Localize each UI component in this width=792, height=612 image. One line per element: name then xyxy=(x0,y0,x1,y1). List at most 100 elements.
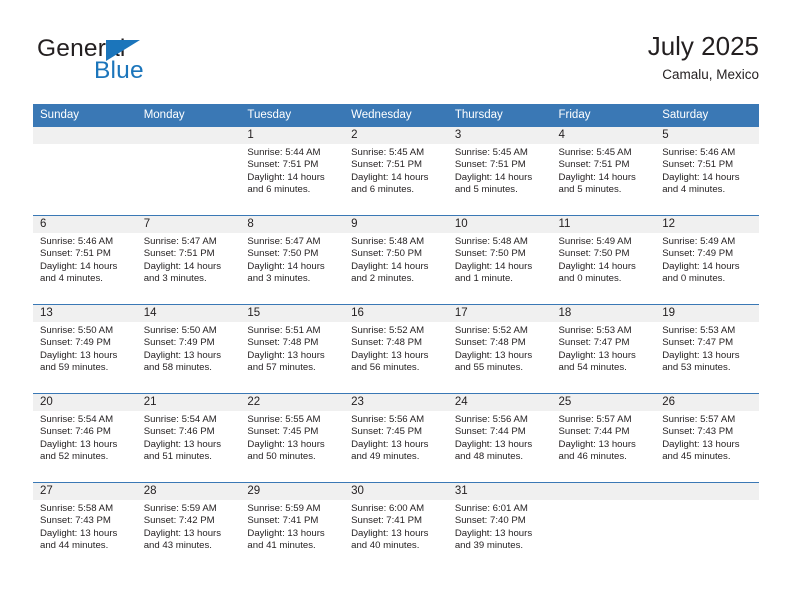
sunrise-time: Sunrise: 5:47 AM xyxy=(143,236,217,247)
daylight-duration-line1: Daylight: 13 hours xyxy=(351,349,429,361)
sunrise-time: Sunrise: 5:54 AM xyxy=(40,414,114,425)
calendar-day-cell[interactable]: 8 Sunrise: 5:47 AM Sunset: 7:50 PM Daylight… xyxy=(240,215,345,305)
day-cell-details: Sunrise: 5:45 AM Sunset: 7:51 PM Daylight:… xyxy=(448,144,552,197)
calendar-day-cell[interactable]: 31 Sunrise: 6:01 AM Sunset: 7:40 PM Dayligh… xyxy=(447,482,552,571)
general-blue-logo[interactable]: General Blue xyxy=(37,36,257,92)
sunset-time: Sunset: 7:40 PM xyxy=(454,515,526,527)
day-cell-inner: 6 Sunrise: 5:46 AM Sunset: 7:51 PM Daylight… xyxy=(33,216,137,304)
calendar-day-cell[interactable]: 24 Sunrise: 5:56 AM Sunset: 7:44 PM Dayligh… xyxy=(447,393,552,483)
day-cell-inner: 14 Sunrise: 5:50 AM Sunset: 7:49 PM Dayligh… xyxy=(136,305,241,393)
daylight-duration-line1: Daylight: 14 hours xyxy=(247,260,325,272)
calendar-day-cell[interactable]: 17 Sunrise: 5:52 AM Sunset: 7:48 PM Dayligh… xyxy=(447,304,552,394)
day-cell-inner: 8 Sunrise: 5:47 AM Sunset: 7:50 PM Daylight… xyxy=(240,216,345,304)
calendar-day-cell[interactable]: 23 Sunrise: 5:56 AM Sunset: 7:45 PM Dayligh… xyxy=(344,393,448,483)
calendar-day-cell[interactable]: 2 Sunrise: 5:45 AM Sunset: 7:51 PM Daylight… xyxy=(344,127,448,216)
daylight-duration-line1: Daylight: 14 hours xyxy=(351,260,429,272)
calendar-day-cell[interactable]: 14 Sunrise: 5:50 AM Sunset: 7:49 PM Dayligh… xyxy=(136,304,241,394)
daylight-duration-line2: and 6 minutes. xyxy=(247,184,311,196)
day-cell-inner: 7 Sunrise: 5:47 AM Sunset: 7:51 PM Daylight… xyxy=(136,216,241,304)
calendar-day-cell[interactable]: 11 Sunrise: 5:49 AM Sunset: 7:50 PM Dayligh… xyxy=(551,215,656,305)
location-subtitle: Camalu, Mexico xyxy=(662,67,759,82)
day-cell-details: Sunrise: 5:57 AM Sunset: 7:43 PM Daylight:… xyxy=(655,411,759,464)
daylight-duration-line1: Daylight: 13 hours xyxy=(40,438,118,450)
daylight-duration-line1: Daylight: 13 hours xyxy=(351,527,429,539)
day-number xyxy=(551,483,656,500)
calendar-day-cell[interactable]: 21 Sunrise: 5:54 AM Sunset: 7:46 PM Dayligh… xyxy=(136,393,241,483)
calendar-day-cell[interactable]: 30 Sunrise: 6:00 AM Sunset: 7:41 PM Dayligh… xyxy=(344,482,448,571)
day-cell-inner: 19 Sunrise: 5:53 AM Sunset: 7:47 PM Dayligh… xyxy=(655,305,759,393)
calendar-day-cell-empty xyxy=(136,127,241,216)
calendar-day-cell[interactable]: 4 Sunrise: 5:45 AM Sunset: 7:51 PM Daylight… xyxy=(551,127,656,216)
weekday-header-thursday: Thursday xyxy=(447,104,552,127)
calendar-day-cell[interactable]: 26 Sunrise: 5:57 AM Sunset: 7:43 PM Dayligh… xyxy=(655,393,759,483)
day-number: 3 xyxy=(447,127,552,144)
daylight-duration-line1: Daylight: 14 hours xyxy=(143,260,222,272)
sunset-time: Sunset: 7:51 PM xyxy=(351,159,423,171)
calendar-day-cell[interactable]: 9 Sunrise: 5:48 AM Sunset: 7:50 PM Daylight… xyxy=(344,215,448,305)
calendar-week-row: 1 Sunrise: 5:44 AM Sunset: 7:51 PM Daylight… xyxy=(33,127,759,216)
calendar-day-cell[interactable]: 13 Sunrise: 5:50 AM Sunset: 7:49 PM Dayligh… xyxy=(33,304,137,394)
sunrise-time: Sunrise: 5:59 AM xyxy=(143,503,217,514)
daylight-duration-line2: and 41 minutes. xyxy=(247,540,316,552)
daylight-duration-line1: Daylight: 13 hours xyxy=(247,349,325,361)
calendar-day-cell[interactable]: 16 Sunrise: 5:52 AM Sunset: 7:48 PM Dayligh… xyxy=(344,304,448,394)
sunrise-time: Sunrise: 5:49 AM xyxy=(662,236,736,247)
sunrise-time: Sunrise: 5:45 AM xyxy=(558,147,632,158)
calendar-day-cell[interactable]: 6 Sunrise: 5:46 AM Sunset: 7:51 PM Daylight… xyxy=(33,215,137,305)
sunset-time: Sunset: 7:45 PM xyxy=(351,426,423,438)
daylight-duration-line2: and 43 minutes. xyxy=(143,540,212,552)
calendar-day-cell[interactable]: 20 Sunrise: 5:54 AM Sunset: 7:46 PM Dayligh… xyxy=(33,393,137,483)
day-cell-details: Sunrise: 5:54 AM Sunset: 7:46 PM Daylight:… xyxy=(137,411,241,464)
daylight-duration-line2: and 3 minutes. xyxy=(143,273,207,285)
sunset-time: Sunset: 7:51 PM xyxy=(454,159,526,171)
sunset-time: Sunset: 7:45 PM xyxy=(247,426,319,438)
daylight-duration-line1: Daylight: 13 hours xyxy=(40,349,118,361)
day-number: 18 xyxy=(551,305,656,322)
calendar-day-cell[interactable]: 5 Sunrise: 5:46 AM Sunset: 7:51 PM Daylight… xyxy=(655,127,759,216)
daylight-duration-line2: and 50 minutes. xyxy=(247,451,316,463)
daylight-duration-line1: Daylight: 13 hours xyxy=(558,438,636,450)
calendar-day-cell[interactable]: 22 Sunrise: 5:55 AM Sunset: 7:45 PM Dayligh… xyxy=(240,393,345,483)
calendar-day-cell-empty xyxy=(551,482,656,571)
calendar-day-cell[interactable]: 12 Sunrise: 5:49 AM Sunset: 7:49 PM Dayligh… xyxy=(655,215,759,305)
day-cell-inner: 26 Sunrise: 5:57 AM Sunset: 7:43 PM Dayligh… xyxy=(655,394,759,482)
day-cell-inner: 23 Sunrise: 5:56 AM Sunset: 7:45 PM Dayligh… xyxy=(344,394,448,482)
calendar-day-cell[interactable]: 3 Sunrise: 5:45 AM Sunset: 7:51 PM Daylight… xyxy=(447,127,552,216)
daylight-duration-line1: Daylight: 13 hours xyxy=(247,527,325,539)
sunset-time: Sunset: 7:50 PM xyxy=(454,248,526,260)
day-cell-details: Sunrise: 5:45 AM Sunset: 7:51 PM Daylight:… xyxy=(344,144,448,197)
daylight-duration-line2: and 54 minutes. xyxy=(558,362,627,374)
daylight-duration-line2: and 48 minutes. xyxy=(454,451,524,463)
calendar-body: 1 Sunrise: 5:44 AM Sunset: 7:51 PM Daylight… xyxy=(33,127,759,571)
sunset-time: Sunset: 7:46 PM xyxy=(40,426,111,438)
day-cell-inner: 25 Sunrise: 5:57 AM Sunset: 7:44 PM Dayligh… xyxy=(551,394,656,482)
day-number xyxy=(33,127,137,144)
day-cell-inner: 31 Sunrise: 6:01 AM Sunset: 7:40 PM Dayligh… xyxy=(447,483,552,571)
sunrise-time: Sunrise: 5:50 AM xyxy=(40,325,114,336)
day-number: 10 xyxy=(447,216,552,233)
calendar-day-cell[interactable]: 19 Sunrise: 5:53 AM Sunset: 7:47 PM Dayligh… xyxy=(655,304,759,394)
day-number: 23 xyxy=(344,394,448,411)
sunset-time: Sunset: 7:41 PM xyxy=(247,515,319,527)
calendar-day-cell[interactable]: 28 Sunrise: 5:59 AM Sunset: 7:42 PM Dayligh… xyxy=(136,482,241,571)
day-number: 9 xyxy=(344,216,448,233)
day-cell-details: Sunrise: 6:00 AM Sunset: 7:41 PM Daylight:… xyxy=(344,500,448,553)
calendar-day-cell[interactable]: 7 Sunrise: 5:47 AM Sunset: 7:51 PM Daylight… xyxy=(136,215,241,305)
calendar-day-cell[interactable]: 1 Sunrise: 5:44 AM Sunset: 7:51 PM Daylight… xyxy=(240,127,345,216)
daylight-duration-line2: and 39 minutes. xyxy=(454,540,524,552)
daylight-duration-line1: Daylight: 14 hours xyxy=(247,171,325,183)
day-cell-details: Sunrise: 5:56 AM Sunset: 7:45 PM Daylight:… xyxy=(344,411,448,464)
calendar-day-cell[interactable]: 10 Sunrise: 5:48 AM Sunset: 7:50 PM Dayligh… xyxy=(447,215,552,305)
daylight-duration-line2: and 0 minutes. xyxy=(558,273,622,285)
calendar-day-cell[interactable]: 15 Sunrise: 5:51 AM Sunset: 7:48 PM Dayligh… xyxy=(240,304,345,394)
sunrise-time: Sunrise: 5:51 AM xyxy=(247,325,321,336)
day-number: 4 xyxy=(551,127,656,144)
daylight-duration-line1: Daylight: 14 hours xyxy=(662,171,740,183)
calendar-day-cell[interactable]: 27 Sunrise: 5:58 AM Sunset: 7:43 PM Dayligh… xyxy=(33,482,137,571)
calendar-day-cell[interactable]: 25 Sunrise: 5:57 AM Sunset: 7:44 PM Dayligh… xyxy=(551,393,656,483)
calendar-day-cell[interactable]: 18 Sunrise: 5:53 AM Sunset: 7:47 PM Dayligh… xyxy=(551,304,656,394)
daylight-duration-line2: and 5 minutes. xyxy=(558,184,622,196)
day-cell-details: Sunrise: 5:47 AM Sunset: 7:51 PM Daylight:… xyxy=(137,233,241,286)
day-number: 28 xyxy=(136,483,241,500)
calendar-day-cell[interactable]: 29 Sunrise: 5:59 AM Sunset: 7:41 PM Dayligh… xyxy=(240,482,345,571)
